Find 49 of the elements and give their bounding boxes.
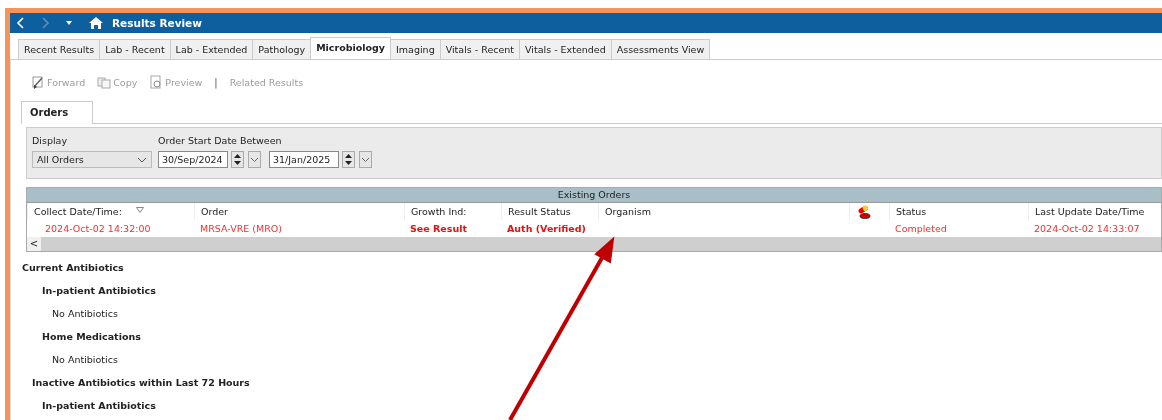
table-cell: MRSA-VRE (MRO) bbox=[200, 223, 282, 234]
table-cell: Auth (Verified) bbox=[507, 223, 586, 234]
antibiotics-item: In-patient Antibiotics bbox=[41, 284, 157, 298]
calendar-dropdown-icon[interactable] bbox=[248, 151, 261, 168]
tab[interactable]: Vitals - Recent bbox=[439, 39, 521, 59]
date-field[interactable]: 30/Sep/2024 bbox=[158, 151, 228, 168]
spinner-icon[interactable] bbox=[231, 151, 244, 168]
date-field[interactable]: 31/Jan/2025 bbox=[269, 151, 339, 168]
back-icon[interactable] bbox=[16, 17, 26, 29]
separator: | bbox=[214, 76, 218, 88]
column-header[interactable]: Result Status bbox=[508, 206, 571, 217]
column-header[interactable]: Last Update Date/Time bbox=[1035, 206, 1145, 217]
horizontal-scrollbar[interactable]: < bbox=[27, 237, 1161, 251]
preview-icon bbox=[149, 75, 164, 89]
table-cell: 2024-Oct-02 14:33:07 bbox=[1034, 223, 1140, 234]
table-title: Existing Orders bbox=[27, 188, 1161, 203]
tab[interactable]: Imaging bbox=[390, 39, 441, 59]
antibiotics-item: Current Antibiotics bbox=[22, 261, 125, 275]
antibiotics-item: No Antibiotics bbox=[51, 353, 119, 367]
table-cell: 2024-Oct-02 14:32:00 bbox=[45, 223, 151, 234]
display-label: Display bbox=[32, 135, 69, 146]
column-header[interactable]: Status bbox=[896, 206, 927, 217]
orders-tab[interactable]: Orders bbox=[21, 101, 93, 124]
sort-icon bbox=[135, 206, 144, 213]
tab[interactable]: Lab - Extended bbox=[169, 39, 254, 59]
antibiotics-item: No Antibiotics bbox=[51, 307, 119, 321]
antibiotics-item: In-patient Antibiotics bbox=[41, 399, 157, 413]
tab[interactable]: Recent Results bbox=[18, 39, 101, 59]
table-cell: See Result bbox=[410, 223, 467, 234]
tab[interactable]: Pathology bbox=[252, 39, 312, 59]
tab[interactable]: Lab - Recent bbox=[99, 39, 171, 59]
table-cell: Completed bbox=[895, 223, 947, 234]
calendar-dropdown-icon[interactable] bbox=[359, 151, 372, 168]
column-header[interactable]: Growth Ind: bbox=[411, 206, 467, 217]
column-header[interactable]: Order bbox=[201, 206, 228, 217]
column-header[interactable]: Collect Date/Time: bbox=[34, 206, 122, 217]
chevron-down-icon bbox=[137, 155, 147, 164]
antibiotics-item: Inactive Antibiotics within Last 72 Hours bbox=[32, 376, 251, 390]
tab[interactable]: Vitals - Extended bbox=[519, 39, 612, 59]
tab[interactable]: Assessments View bbox=[610, 39, 711, 59]
antibiotics-item: Home Medications bbox=[41, 330, 142, 344]
medication-icon bbox=[856, 204, 872, 219]
display-dropdown[interactable]: All Orders bbox=[32, 151, 152, 168]
home-icon[interactable] bbox=[88, 16, 104, 30]
copy-icon bbox=[97, 75, 112, 89]
spinner-icon[interactable] bbox=[342, 151, 355, 168]
column-header[interactable]: Organism bbox=[605, 206, 651, 217]
window-title: Results Review bbox=[112, 17, 202, 29]
date-range-label: Order Start Date Between bbox=[158, 135, 283, 146]
